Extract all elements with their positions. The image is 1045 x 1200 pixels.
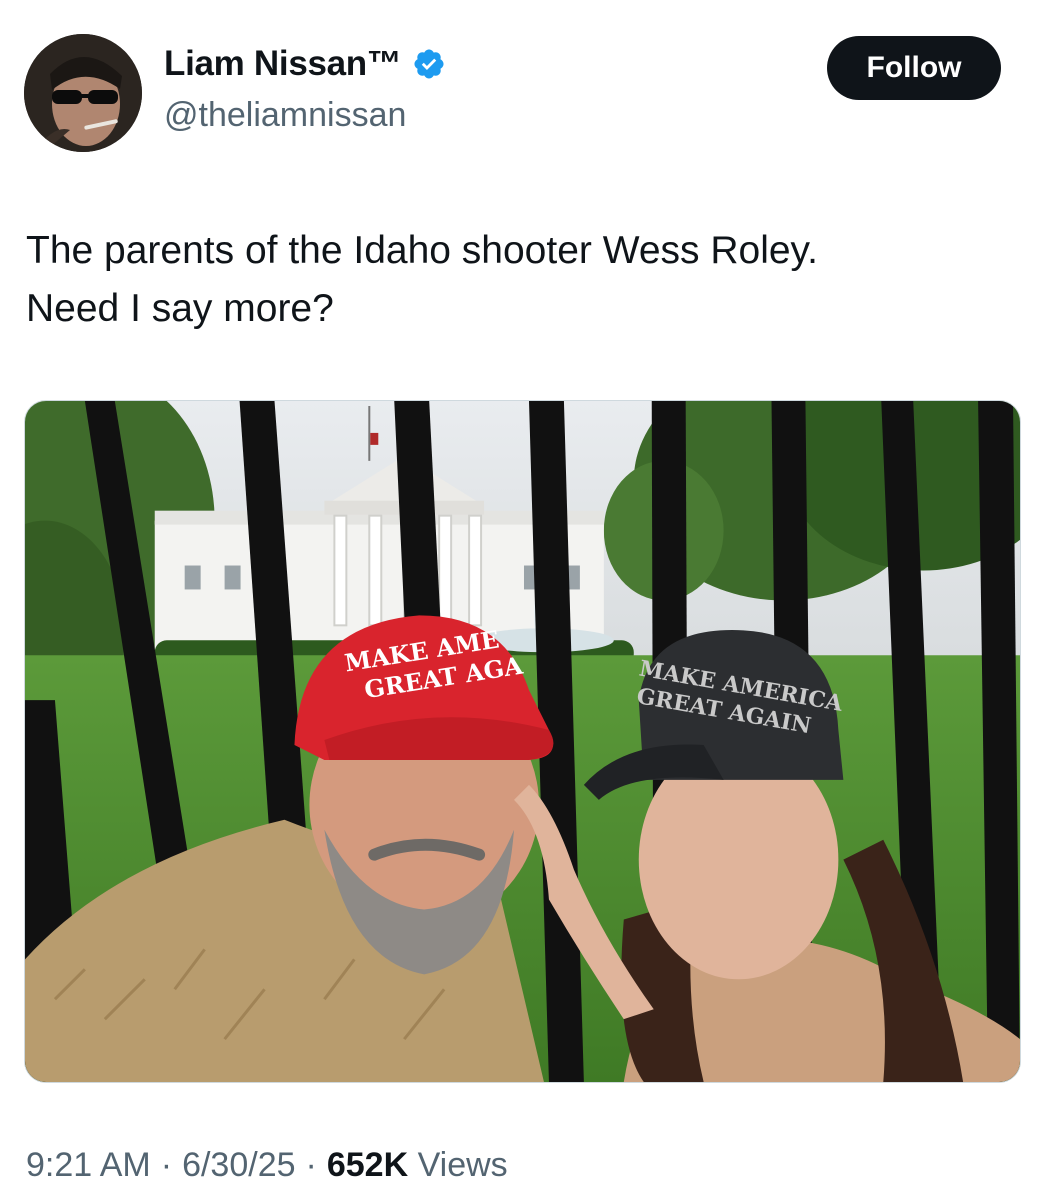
tweet-text: The parents of the Idaho shooter Wess Ro… [26, 222, 1016, 338]
author-display-name[interactable]: Liam Nissan™ [164, 44, 402, 84]
author-handle[interactable]: @theliamnissan [164, 96, 406, 135]
tweet-photo[interactable]: MAKE AME GREAT AGA MAKE AMERICA GREAT AG… [24, 400, 1021, 1083]
tweet: Liam Nissan™ @theliamnissan Follow The p… [0, 0, 1045, 1200]
tweet-metadata: 9:21 AM · 6/30/25 · 652K Views [26, 1146, 508, 1185]
avatar[interactable] [24, 34, 142, 152]
follow-button[interactable]: Follow [827, 36, 1001, 100]
tweet-text-line: Need I say more? [26, 287, 334, 330]
tweet-time[interactable]: 9:21 AM [26, 1146, 151, 1184]
photo-illustration: MAKE AME GREAT AGA MAKE AMERICA GREAT AG… [25, 401, 1020, 1082]
separator-dot: · [305, 1146, 317, 1184]
views-count: 652K [326, 1146, 409, 1184]
verified-badge-icon [412, 47, 446, 81]
separator-dot: · [160, 1146, 173, 1184]
tweet-date[interactable]: 6/30/25 [182, 1146, 295, 1184]
views-label: Views [417, 1146, 508, 1184]
avatar-photo [24, 34, 142, 152]
tweet-text-line: The parents of the Idaho shooter Wess Ro… [26, 229, 818, 272]
author-name-row: Liam Nissan™ [164, 44, 446, 84]
